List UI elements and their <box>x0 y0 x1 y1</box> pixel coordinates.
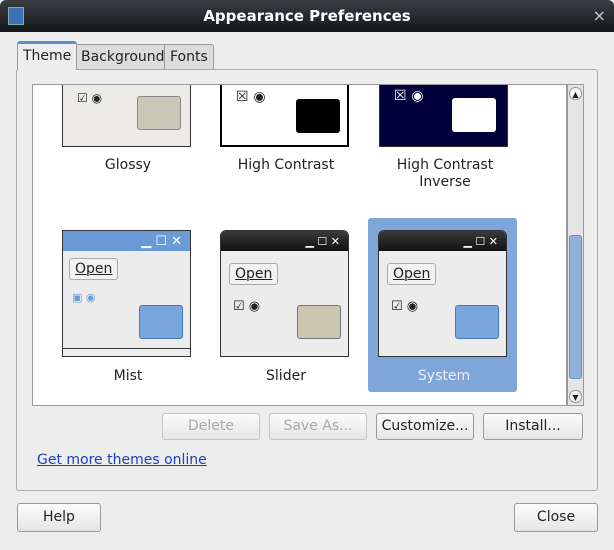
theme-label: Mist <box>113 368 143 384</box>
window-title: Appearance Preferences <box>203 7 411 25</box>
save-as-button[interactable]: Save As... <box>269 413 367 440</box>
close-button[interactable]: Close <box>514 503 598 532</box>
more-themes-link[interactable]: Get more themes online <box>37 452 207 468</box>
theme-thumb-high-contrast-inverse[interactable]: ☒ ◉ <box>379 85 508 147</box>
close-window-icon[interactable]: × <box>593 0 606 32</box>
scrollbar-thumb[interactable] <box>569 235 582 379</box>
vertical-scrollbar[interactable]: ▲ ▼ <box>567 84 584 406</box>
customize-button[interactable]: Customize... <box>376 413 474 440</box>
theme-label: Slider <box>266 368 306 384</box>
theme-label: High Contrast Inverse <box>396 157 494 190</box>
theme-thumb-high-contrast[interactable]: ☒ ◉ <box>220 85 349 147</box>
scroll-up-icon[interactable]: ▲ <box>569 87 582 100</box>
open-sample: Open <box>69 258 119 280</box>
theme-label-selected: System <box>417 368 471 384</box>
tab-theme[interactable]: Theme <box>17 41 78 70</box>
theme-thumb-mist[interactable]: ▁ ☐ ✕ Open ▣ ◉ <box>62 230 191 357</box>
tab-fonts[interactable]: Fonts <box>164 44 214 70</box>
theme-thumb-glossy[interactable]: ☑ ◉ <box>62 85 191 147</box>
tab-background[interactable]: Background <box>75 44 171 70</box>
scroll-down-icon[interactable]: ▼ <box>569 390 582 403</box>
title-bar: Appearance Preferences <box>0 0 614 32</box>
delete-button[interactable]: Delete <box>162 413 260 440</box>
install-button[interactable]: Install... <box>483 413 583 440</box>
theme-thumb-slider[interactable]: ▁ ☐ ✕ Open ☑ ◉ <box>220 230 349 357</box>
app-icon <box>8 7 24 25</box>
theme-list[interactable]: ☑ ◉ ☒ ◉ ☒ ◉ Glossy High Contrast High Co… <box>32 84 567 406</box>
theme-thumb-system[interactable]: ▁ ☐ ✕ Open ☑ ◉ <box>378 230 507 357</box>
theme-label: High Contrast <box>237 157 335 173</box>
help-button[interactable]: Help <box>17 503 101 532</box>
theme-label: Glossy <box>104 157 152 173</box>
open-sample: Open <box>229 263 279 285</box>
open-sample: Open <box>387 263 437 285</box>
